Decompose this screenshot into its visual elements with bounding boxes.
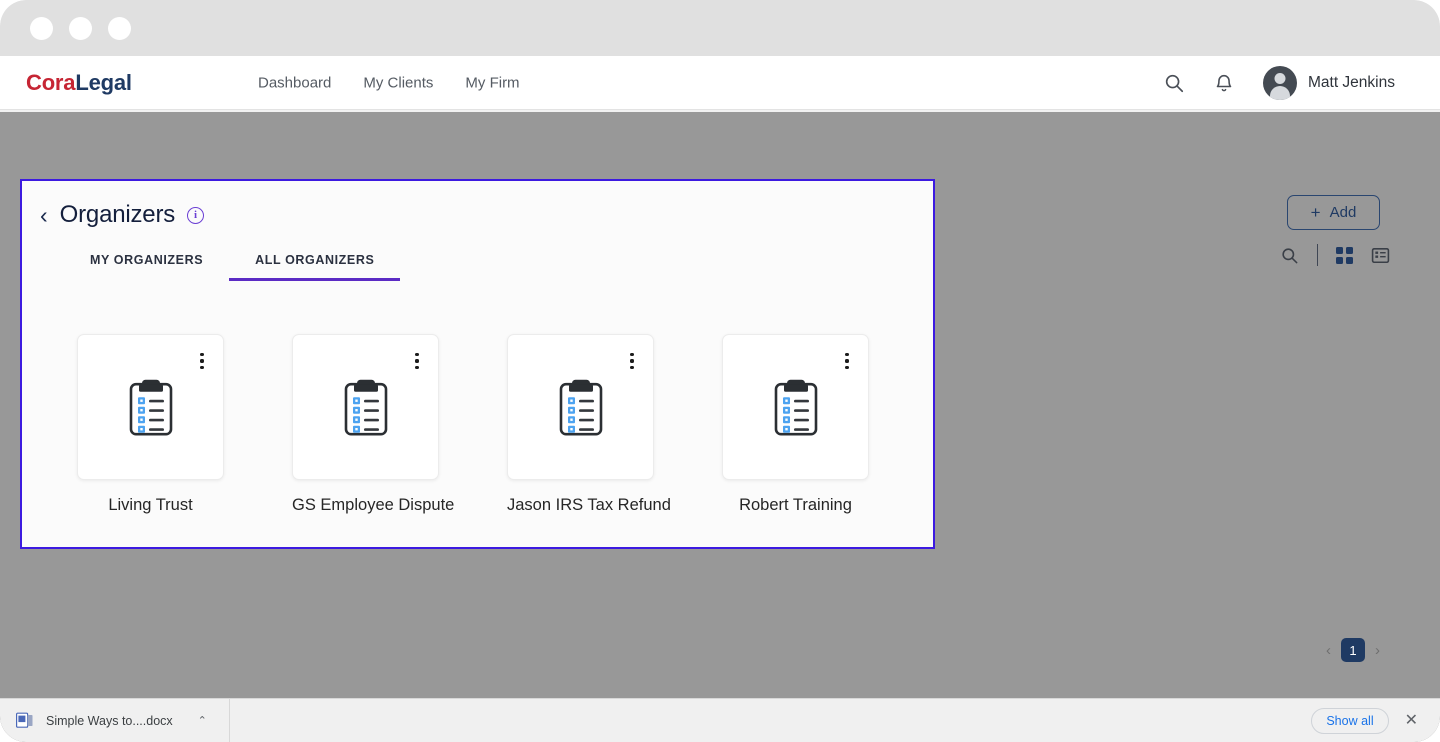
tab-list: MY ORGANIZERS ALL ORGANIZERS — [64, 245, 401, 281]
word-document-icon — [16, 712, 33, 728]
clipboard-checklist-icon — [129, 379, 172, 436]
app-logo[interactable]: CoraLegal — [26, 70, 132, 96]
clipboard-checklist-icon — [559, 379, 602, 436]
page-title: Organizers — [59, 201, 176, 228]
nav-links: Dashboard My Clients My Firm — [258, 74, 520, 91]
download-item[interactable]: Simple Ways to....docx ⌃ — [0, 698, 230, 742]
organizer-card-grid: Living Trust GS Employee Dispute Jason I… — [77, 334, 869, 515]
organizer-card-label: Living Trust — [108, 496, 193, 514]
list-view-icon[interactable] — [1371, 246, 1390, 265]
search-icon[interactable] — [1163, 72, 1185, 94]
show-all-button[interactable]: Show all — [1311, 707, 1389, 734]
organizer-card[interactable] — [722, 334, 869, 480]
avatar-head — [1274, 72, 1286, 84]
organizer-card-label: GS Employee Dispute — [292, 496, 455, 514]
clipboard-checklist-icon — [774, 379, 817, 436]
pagination: ‹ 1 › — [1326, 638, 1380, 662]
clipboard-checklist-icon — [344, 379, 387, 436]
card-menu-icon[interactable] — [840, 351, 854, 371]
close-icon[interactable]: ✕ — [1405, 712, 1418, 729]
pagination-prev[interactable]: ‹ — [1326, 643, 1331, 658]
nav-right-cluster: Matt Jenkins — [1163, 65, 1395, 100]
plus-icon: + — [1310, 203, 1321, 222]
search-icon[interactable] — [1280, 246, 1299, 265]
logo-text-cora: Cora — [26, 69, 76, 95]
download-bar-actions: Show all ✕ — [1311, 707, 1418, 734]
pagination-next[interactable]: › — [1375, 643, 1380, 658]
avatar[interactable] — [1262, 65, 1297, 100]
chevron-up-icon[interactable]: ⌃ — [198, 714, 207, 727]
info-icon[interactable]: i — [187, 206, 205, 224]
organizers-panel: ‹ Organizers i MY ORGANIZERS ALL ORGANIZ… — [20, 179, 935, 549]
download-bar: Simple Ways to....docx ⌃ Show all ✕ — [0, 698, 1440, 742]
card-menu-icon[interactable] — [410, 351, 424, 371]
user-name: Matt Jenkins — [1307, 73, 1395, 91]
organizer-cell: Robert Training — [722, 334, 869, 515]
panel-header: ‹ Organizers i — [40, 201, 205, 229]
organizer-card[interactable] — [507, 334, 654, 480]
window-titlebar — [0, 0, 1440, 56]
download-file-name: Simple Ways to....docx — [46, 713, 173, 728]
user-menu[interactable]: Matt Jenkins — [1262, 65, 1395, 100]
nav-link-my-clients[interactable]: My Clients — [363, 74, 433, 91]
window-maximize-button[interactable] — [108, 16, 131, 40]
organizer-card[interactable] — [77, 334, 224, 480]
organizer-card-label: Jason IRS Tax Refund — [507, 496, 671, 514]
add-button-label: Add — [1329, 204, 1357, 221]
tab-all-organizers[interactable]: ALL ORGANIZERS — [229, 245, 401, 281]
application-area: CoraLegal Dashboard My Clients My Firm M… — [0, 56, 1440, 742]
toolbar-divider — [1317, 244, 1318, 266]
top-navbar: CoraLegal Dashboard My Clients My Firm M… — [0, 56, 1440, 110]
logo-text-legal: Legal — [75, 69, 132, 95]
grid-view-icon[interactable] — [1336, 246, 1353, 264]
organizer-cell: Living Trust — [77, 334, 224, 515]
organizer-cell: GS Employee Dispute — [292, 334, 455, 515]
back-chevron-icon[interactable]: ‹ — [40, 203, 48, 227]
organizer-card[interactable] — [292, 334, 439, 480]
card-menu-icon[interactable] — [195, 351, 209, 371]
card-menu-icon[interactable] — [625, 351, 639, 371]
organizer-card-label: Robert Training — [739, 496, 852, 514]
window-minimize-button[interactable] — [69, 16, 92, 40]
bell-icon[interactable] — [1213, 72, 1235, 94]
tab-my-organizers[interactable]: MY ORGANIZERS — [64, 245, 229, 281]
window-close-button[interactable] — [30, 16, 53, 40]
nav-link-dashboard[interactable]: Dashboard — [258, 74, 331, 91]
organizer-cell: Jason IRS Tax Refund — [507, 334, 671, 515]
avatar-body — [1269, 85, 1290, 100]
pagination-page-1[interactable]: 1 — [1341, 638, 1365, 662]
add-button[interactable]: + Add — [1287, 195, 1380, 230]
browser-window: CoraLegal Dashboard My Clients My Firm M… — [0, 0, 1440, 742]
nav-link-my-firm[interactable]: My Firm — [465, 74, 519, 91]
view-controls — [1280, 244, 1390, 266]
